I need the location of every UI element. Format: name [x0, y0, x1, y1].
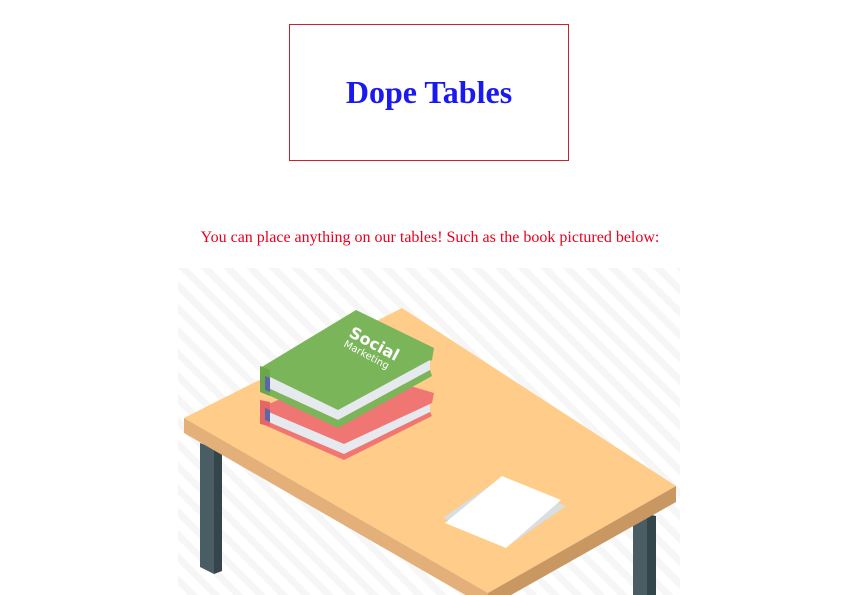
header-box: Dope Tables [289, 24, 569, 161]
table-illustration: Social Marketing [178, 268, 680, 595]
page-title: Dope Tables [345, 73, 513, 110]
intro-text: You can place anything on our tables! Su… [200, 229, 660, 246]
table-leg-left [200, 443, 222, 574]
table-leg-right [633, 514, 656, 595]
